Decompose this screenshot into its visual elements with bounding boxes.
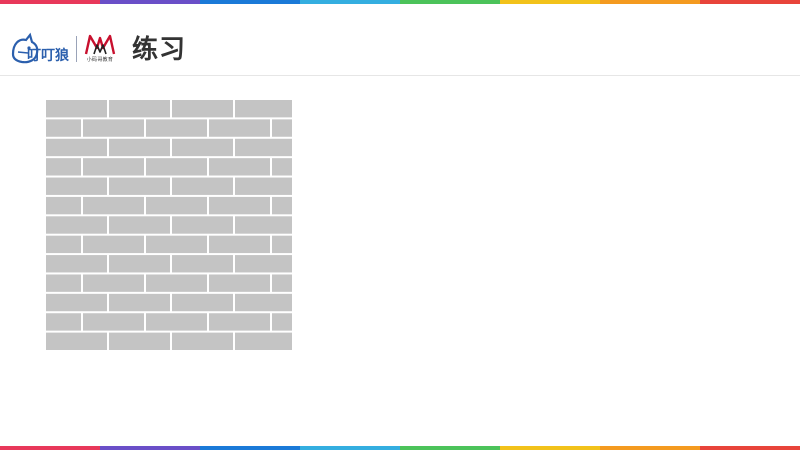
brick [209,119,270,137]
stripe-segment [600,446,700,450]
brick [109,216,170,234]
brick [46,177,107,195]
brick [109,255,170,273]
brick [109,332,170,350]
brick [209,313,270,331]
xiaoma-logo-text: 小码哥教育 [86,57,114,63]
brick [83,119,144,137]
brick [235,293,292,312]
brick [46,293,107,312]
brick [46,255,107,273]
brick [235,216,292,234]
brick [272,158,292,176]
brick [209,274,270,292]
brick [109,293,170,312]
brick [46,274,81,292]
brick [235,332,292,350]
brick [172,100,233,118]
bottom-color-stripe [0,446,800,450]
brick [172,255,233,273]
stripe-segment [400,446,500,450]
xiaoma-logo: 小码哥教育 [80,32,120,66]
brick [172,177,233,195]
stripe-segment [100,446,200,450]
brick [109,138,170,157]
brick [146,196,207,215]
brick [83,158,144,176]
dinglang-logo: 叮叮狼 [11,32,70,64]
brick [209,196,270,215]
brick [83,313,144,331]
brick [235,177,292,195]
brick [46,235,81,254]
brick [83,196,144,215]
brick [146,158,207,176]
brick-wall-image [46,100,292,352]
brick [146,119,207,137]
brick [172,293,233,312]
brick [272,313,292,331]
brick [272,196,292,215]
stripe-segment [500,446,600,450]
brick [46,216,107,234]
brick [109,177,170,195]
brick [146,274,207,292]
stripe-segment [300,446,400,450]
brick [146,235,207,254]
brick [46,332,107,350]
stripe-segment [200,446,300,450]
brick [83,274,144,292]
slide-header: 叮叮狼 小码哥教育 练习 [0,4,800,76]
stripe-segment [0,446,100,450]
brick [209,235,270,254]
brick [172,216,233,234]
brick [172,138,233,157]
brick [272,235,292,254]
brick [83,235,144,254]
brick [235,138,292,157]
brick [235,255,292,273]
brick [209,158,270,176]
logo-divider [76,36,77,62]
brick [46,313,81,331]
brick [146,313,207,331]
brick [46,138,107,157]
brick [272,274,292,292]
brick [109,100,170,118]
page-title: 练习 [132,35,187,65]
xiaoma-logo-mark [84,34,116,55]
brick [235,100,292,118]
brick [46,158,81,176]
stripe-segment [700,446,800,450]
brick [46,196,81,215]
brick [46,119,81,137]
brick [46,100,107,118]
dinglang-logo-text: 叮叮狼 [27,47,70,64]
brick [272,119,292,137]
brick [172,332,233,350]
